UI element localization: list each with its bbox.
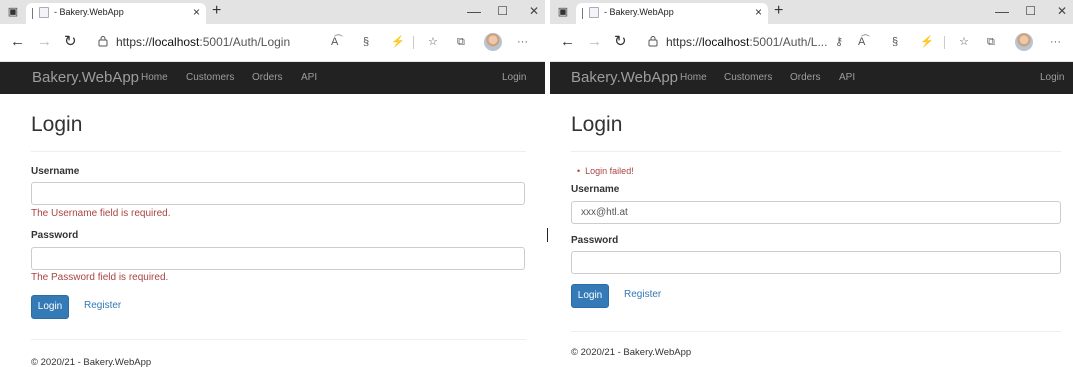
url-scheme: https:// [666, 35, 703, 49]
key-icon[interactable]: ⚷ [835, 35, 843, 49]
username-label: Username [571, 184, 620, 195]
password-input[interactable] [31, 247, 525, 270]
maximize-icon[interactable]: ☐ [1025, 4, 1036, 18]
nav-orders[interactable]: Orders [790, 72, 821, 83]
page-favicon-icon [589, 7, 599, 18]
forward-icon[interactable]: → [37, 34, 52, 50]
new-tab-icon[interactable]: + [212, 3, 221, 19]
browser-window-left: ▣ - Bakery.WebApp × + — ☐ ✕ ← → ↻ https:… [0, 0, 545, 367]
username-label: Username [31, 166, 80, 177]
address-bar: ← → ↻ https://localhost:5001/Auth/Login … [0, 24, 545, 62]
tab-title: - Bakery.WebApp [54, 7, 124, 17]
browser-tab[interactable]: - Bakery.WebApp × [26, 3, 206, 24]
url-path: :5001/Auth/L... [749, 35, 828, 49]
window-menu-icon[interactable]: ▣ [6, 5, 20, 19]
toolbar-divider [413, 36, 414, 49]
password-label: Password [31, 230, 79, 241]
minimize-icon[interactable]: — [467, 4, 481, 18]
read-aloud-icon[interactable]: A͡ [331, 35, 338, 49]
login-button[interactable]: Login [571, 284, 609, 308]
footer-text: © 2020/21 - Bakery.WebApp [31, 357, 152, 367]
nav-home[interactable]: Home [680, 72, 707, 83]
tab-close-icon[interactable]: × [193, 5, 200, 19]
url-host: localhost [152, 35, 200, 49]
username-error: The Username field is required. [31, 208, 171, 219]
lock-icon [98, 35, 108, 50]
profile-avatar[interactable] [484, 33, 502, 51]
title-bar: ▣ - Bakery.WebApp × + — ☐ ✕ [550, 0, 1073, 24]
back-icon[interactable]: ← [560, 34, 575, 50]
back-icon[interactable]: ← [10, 34, 25, 50]
lock-icon [648, 35, 658, 50]
favorites-icon[interactable]: ☆ [959, 35, 969, 49]
profile-avatar[interactable] [1015, 33, 1033, 51]
close-window-icon[interactable]: ✕ [529, 4, 539, 18]
footer-divider [571, 331, 1061, 332]
tab-close-icon[interactable]: × [755, 5, 762, 19]
nav-login[interactable]: Login [502, 72, 526, 83]
password-label: Password [571, 235, 619, 246]
validation-summary-item: Login failed! [577, 166, 634, 176]
register-link[interactable]: Register [624, 289, 661, 300]
password-input[interactable] [571, 251, 1061, 274]
password-error: The Password field is required. [31, 272, 169, 283]
forward-icon[interactable]: → [587, 34, 602, 50]
register-link[interactable]: Register [84, 300, 121, 311]
footer-text: © 2020/21 - Bakery.WebApp [571, 347, 692, 358]
nav-api[interactable]: API [301, 72, 317, 83]
url-field[interactable]: https://localhost:5001/Auth/Login [90, 31, 320, 54]
close-window-icon[interactable]: ✕ [1057, 4, 1067, 18]
address-bar: ← → ↻ https://localhost:5001/Auth/L... ⚷… [550, 24, 1073, 62]
page-title: Login [31, 113, 83, 136]
new-tab-icon[interactable]: + [774, 3, 783, 19]
favorites-icon[interactable]: ☆ [428, 35, 438, 49]
reload-icon[interactable]: ↻ [64, 34, 77, 50]
more-icon[interactable]: ··· [1050, 35, 1061, 49]
browser-tab[interactable]: - Bakery.WebApp × [576, 3, 768, 24]
url-text: https://localhost:5001/Auth/Login [116, 35, 290, 49]
window-menu-icon[interactable]: ▣ [556, 5, 570, 19]
page-title: Login [571, 113, 623, 136]
extension-icon[interactable]: § [892, 35, 898, 49]
url-path: :5001/Auth/Login [199, 35, 291, 49]
maximize-icon[interactable]: ☐ [497, 4, 508, 18]
extension-icon[interactable]: § [363, 35, 369, 49]
url-host: localhost [702, 35, 750, 49]
nav-customers[interactable]: Customers [724, 72, 772, 83]
tab-separator [32, 8, 33, 19]
footer-divider [31, 339, 526, 340]
brand-link[interactable]: Bakery.WebApp [32, 69, 139, 86]
read-aloud-icon[interactable]: A͡ [858, 35, 865, 49]
nav-orders[interactable]: Orders [252, 72, 283, 83]
page-favicon-icon [39, 7, 49, 18]
browser-window-right: ▣ - Bakery.WebApp × + — ☐ ✕ ← → ↻ https:… [550, 0, 1073, 367]
tab-separator [582, 8, 583, 19]
login-button[interactable]: Login [31, 295, 69, 319]
url-text: https://localhost:5001/Auth/L... [666, 35, 827, 49]
extension-bolt-icon[interactable]: ⚡ [920, 35, 934, 49]
app-navbar: Bakery.WebApp Home Customers Orders API … [0, 62, 545, 94]
title-divider [31, 151, 526, 152]
username-input[interactable] [31, 182, 525, 205]
brand-link[interactable]: Bakery.WebApp [571, 69, 678, 86]
url-scheme: https:// [116, 35, 153, 49]
tab-title: - Bakery.WebApp [604, 7, 674, 17]
app-navbar: Bakery.WebApp Home Customers Orders API … [550, 62, 1073, 94]
nav-home[interactable]: Home [141, 72, 168, 83]
nav-customers[interactable]: Customers [186, 72, 234, 83]
collections-icon[interactable]: ⧉ [457, 35, 465, 49]
stage: ▣ - Bakery.WebApp × + — ☐ ✕ ← → ↻ https:… [0, 0, 1073, 367]
extension-bolt-icon[interactable]: ⚡ [391, 35, 405, 49]
username-input[interactable]: xxx@htl.at [571, 201, 1061, 224]
nav-api[interactable]: API [839, 72, 855, 83]
title-divider [571, 151, 1061, 152]
nav-login[interactable]: Login [1040, 72, 1064, 83]
url-field[interactable]: https://localhost:5001/Auth/L... [640, 31, 840, 54]
minimize-icon[interactable]: — [995, 4, 1009, 18]
toolbar-divider [944, 36, 945, 49]
more-icon[interactable]: ··· [517, 35, 528, 49]
title-bar: ▣ - Bakery.WebApp × + — ☐ ✕ [0, 0, 545, 24]
reload-icon[interactable]: ↻ [614, 34, 627, 50]
collections-icon[interactable]: ⧉ [987, 35, 995, 49]
